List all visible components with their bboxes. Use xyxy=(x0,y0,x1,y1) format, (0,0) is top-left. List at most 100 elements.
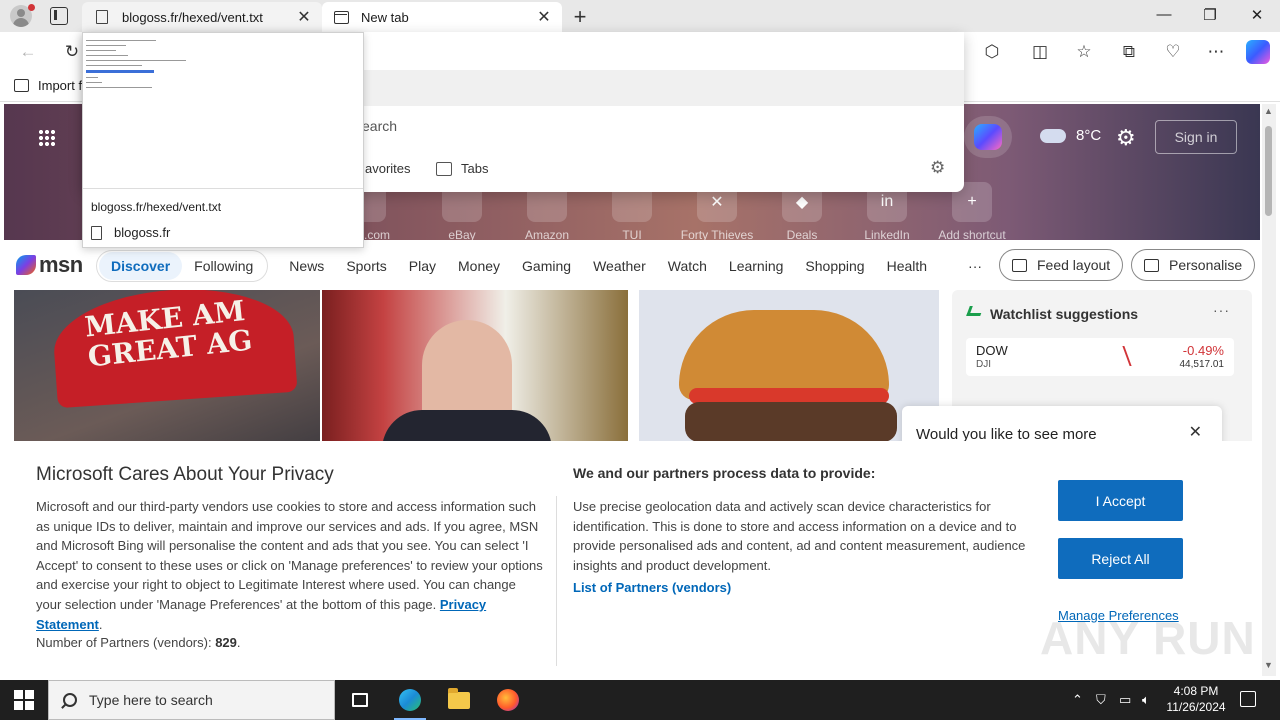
copilot-icon[interactable] xyxy=(1246,40,1270,64)
burger-image xyxy=(679,310,889,400)
profile-notification-dot xyxy=(28,4,35,11)
nav-health[interactable]: Health xyxy=(887,258,927,274)
tray-overflow-chevron-icon[interactable]: ⌃ xyxy=(1072,692,1083,708)
tab-close-icon[interactable]: ✕ xyxy=(296,7,312,27)
more-options-icon[interactable]: ⋯ xyxy=(1204,40,1228,64)
folder-icon xyxy=(448,687,470,709)
tab-discover[interactable]: Discover xyxy=(99,252,183,280)
weather-widget[interactable]: 8°C xyxy=(1040,120,1101,144)
shortcut-label: LinkedIn xyxy=(864,228,910,242)
taskbar-edge[interactable] xyxy=(390,684,430,720)
news-card-portrait[interactable] xyxy=(322,290,628,450)
copilot-page-icon[interactable] xyxy=(964,116,1012,158)
clock-time: 4:08 PM xyxy=(1173,684,1219,698)
privacy-consent-banner: Microsoft Cares About Your Privacy Micro… xyxy=(4,441,1260,676)
purposes-body: Use precise geolocation data and activel… xyxy=(573,499,1026,573)
tab-actions-icon[interactable] xyxy=(50,7,68,25)
nav-sports[interactable]: Sports xyxy=(346,258,386,274)
scrollbar-thumb[interactable] xyxy=(1265,126,1272,216)
shortcut-label: Forty Thieves xyxy=(680,228,754,242)
collections-icon[interactable]: ⧉ xyxy=(1117,40,1141,64)
volume-icon[interactable]: 🔈︎ xyxy=(1142,692,1150,708)
msn-nav: Discover Following News Sports Play Mone… xyxy=(96,250,993,282)
dropdown-row-highlighted[interactable] xyxy=(362,70,964,106)
split-screen-icon[interactable]: ◫ xyxy=(1028,40,1052,64)
feed-layout-button[interactable]: Feed layout xyxy=(999,249,1124,281)
personalise-label: Personalise xyxy=(1169,257,1243,273)
reload-icon[interactable]: ↻ xyxy=(60,40,84,64)
preview-site-label: blogoss.fr xyxy=(114,225,171,240)
accept-button[interactable]: I Accept xyxy=(1058,480,1183,521)
trend-icon xyxy=(966,306,984,316)
sign-in-button[interactable]: Sign in xyxy=(1155,120,1237,154)
tab-new-tab[interactable]: New tab ✕ xyxy=(322,2,562,32)
msn-logo[interactable]: msn xyxy=(16,252,83,278)
scroll-down-arrow-icon[interactable]: ▼ xyxy=(1264,660,1273,670)
tab-vent-txt[interactable]: blogoss.fr/hexed/vent.txt ✕ xyxy=(82,2,322,32)
stock-row-dow[interactable]: DOW DJI -0.49% 44,517.01 xyxy=(966,338,1234,376)
new-tab-button[interactable]: + xyxy=(570,4,590,30)
tab-following[interactable]: Following xyxy=(182,252,265,280)
title-bar: blogoss.fr/hexed/vent.txt ✕ New tab ✕ + … xyxy=(0,0,1280,32)
nav-gaming[interactable]: Gaming xyxy=(522,258,571,274)
dropdown-row[interactable] xyxy=(362,32,964,70)
nav-news[interactable]: News xyxy=(289,258,324,274)
shortcut-label: eBay xyxy=(448,228,476,242)
list-of-partners-link[interactable]: List of Partners (vendors) xyxy=(573,580,731,595)
manage-preferences-link[interactable]: Manage Preferences xyxy=(1058,608,1179,623)
privacy-title: Microsoft Cares About Your Privacy xyxy=(36,464,334,485)
notifications-icon[interactable] xyxy=(1240,691,1256,707)
nav-weather[interactable]: Weather xyxy=(593,258,646,274)
shortcut-label: Add shortcut xyxy=(938,228,1006,242)
tab-close-icon[interactable]: ✕ xyxy=(536,7,552,27)
windows-taskbar: Type here to search ⌃ ⛉ ▭ 🔈︎ 4:08 PM 11/… xyxy=(0,680,1280,720)
partners-count-label: Number of Partners (vendors): xyxy=(36,635,212,650)
stock-value: 44,517.01 xyxy=(1179,359,1225,370)
close-window-button[interactable]: ✕ xyxy=(1247,6,1267,24)
taskbar-firefox[interactable] xyxy=(488,684,528,716)
page-settings-gear-icon[interactable]: ⚙ xyxy=(1116,125,1136,151)
watchlist-more-button[interactable]: ··· xyxy=(1213,302,1230,318)
search-icon xyxy=(63,693,77,707)
personalise-button[interactable]: Personalise xyxy=(1131,249,1256,281)
shortcut-label: Deals xyxy=(786,228,818,242)
page-scrollbar[interactable]: ▲ ▼ xyxy=(1262,104,1276,676)
extensions-icon[interactable]: ⬡ xyxy=(980,40,1004,64)
dropdown-search-text[interactable]: earch xyxy=(362,118,397,134)
tray-security-icon[interactable]: ⛉ xyxy=(1096,692,1106,708)
taskbar-search-box[interactable]: Type here to search xyxy=(48,680,335,720)
apps-grid-icon[interactable] xyxy=(38,129,56,147)
nav-learning[interactable]: Learning xyxy=(729,258,784,274)
maximize-button[interactable]: ❐ xyxy=(1200,6,1220,24)
nav-play[interactable]: Play xyxy=(409,258,436,274)
nav-more-button[interactable]: ··· xyxy=(968,258,982,274)
news-card-burger[interactable] xyxy=(639,290,939,450)
favorites-star-icon[interactable]: ☆ xyxy=(1072,40,1096,64)
partners-count-value: 829 xyxy=(215,635,237,650)
import-favorites-link[interactable]: Import f xyxy=(14,78,82,93)
task-view-button[interactable] xyxy=(340,684,380,716)
toast-close-icon[interactable]: ✕ xyxy=(1189,422,1202,442)
back-arrow-icon[interactable]: ← xyxy=(16,40,40,64)
taskbar-file-explorer[interactable] xyxy=(439,684,479,716)
reject-all-button[interactable]: Reject All xyxy=(1058,538,1183,579)
tab-label: New tab xyxy=(361,9,409,25)
browser-essentials-icon[interactable]: ♡ xyxy=(1161,40,1185,64)
news-card-hat[interactable]: MAKE AM GREAT AG xyxy=(14,290,320,450)
nav-watch[interactable]: Watch xyxy=(668,258,707,274)
network-icon[interactable]: ▭ xyxy=(1119,692,1131,708)
dropdown-tabs-filter[interactable]: Tabs xyxy=(436,161,488,176)
minimize-button[interactable]: — xyxy=(1154,6,1174,23)
clock-date: 11/26/2024 xyxy=(1166,700,1226,714)
windows-start-icon[interactable] xyxy=(14,690,34,710)
sliders-icon xyxy=(1012,258,1027,272)
document-icon xyxy=(91,225,102,240)
privacy-body-text: Microsoft and our third-party vendors us… xyxy=(36,499,543,612)
nav-money[interactable]: Money xyxy=(458,258,500,274)
dropdown-favorites-filter[interactable]: avorites xyxy=(365,161,411,176)
dropdown-settings-gear-icon[interactable]: ⚙ xyxy=(930,158,945,178)
taskbar-clock[interactable]: 4:08 PM 11/26/2024 xyxy=(1160,683,1232,715)
nav-shopping[interactable]: Shopping xyxy=(805,258,864,274)
scroll-up-arrow-icon[interactable]: ▲ xyxy=(1264,106,1273,116)
import-favorites-label: Import f xyxy=(38,78,83,93)
